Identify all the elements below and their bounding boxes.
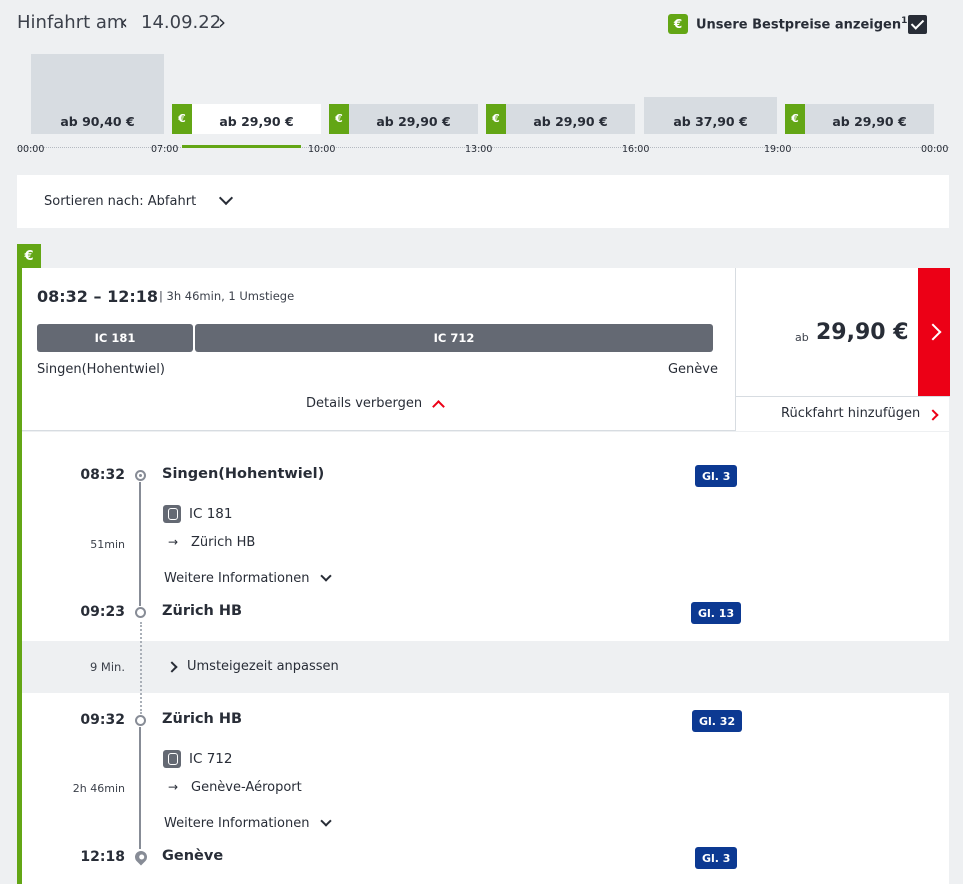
euro-icon: € <box>17 244 41 268</box>
transfer-line <box>140 622 142 714</box>
time-tick: 00:00 <box>17 144 45 155</box>
destination-station: Genève <box>667 362 718 377</box>
chevron-left-icon[interactable]: ‹ <box>120 10 128 34</box>
time-tick: 13:00 <box>465 144 493 155</box>
add-return-button[interactable]: Rückfahrt hinzufügen <box>781 406 920 421</box>
train-name: IC 181 <box>189 506 233 522</box>
sort-label: Sortieren nach: Abfahrt <box>44 194 197 209</box>
transfer-time: 9 Min. <box>89 660 125 674</box>
origin-station: Singen(Hohentwiel) <box>37 362 165 377</box>
price-bar-1600[interactable]: ab 37,90 € <box>644 97 777 134</box>
connection-duration: | 3h 46min, 1 Umstiege <box>159 289 295 303</box>
time-tick: 16:00 <box>622 144 650 155</box>
leg-duration: 2h 46min <box>72 782 125 795</box>
euro-icon: € <box>172 104 192 134</box>
price-bar-1300[interactable]: € ab 29,90 € <box>486 104 635 134</box>
platform-badge: Gl. 13 <box>691 602 742 624</box>
stop-name: Genève <box>162 848 224 864</box>
stop-name: Zürich HB <box>162 603 243 619</box>
adjust-transfer-button[interactable]: Umsteigezeit anpassen <box>187 659 339 674</box>
train-direction: Zürich HB <box>191 535 256 550</box>
transfer-row <box>22 641 949 693</box>
train-icon <box>163 750 181 768</box>
stop-marker <box>135 470 146 481</box>
price-bar-label: ab 29,90 € <box>376 114 451 129</box>
chevron-right-icon <box>927 409 939 421</box>
price-bar-1900[interactable]: € ab 29,90 € <box>785 104 934 134</box>
chevron-down-icon <box>218 190 234 206</box>
stop-marker <box>135 715 146 726</box>
bestpreis-label: Unsere Bestpreise anzeigen1 <box>696 15 908 33</box>
euro-icon: € <box>329 104 349 134</box>
chevron-right-icon[interactable]: › <box>218 10 226 34</box>
more-info-toggle[interactable]: Weitere Informationen <box>164 571 309 586</box>
time-tick: 07:00 <box>151 144 179 155</box>
price-bar-label: ab 37,90 € <box>673 114 748 129</box>
select-connection-button[interactable] <box>918 268 950 396</box>
leg-duration: 51min <box>90 538 125 551</box>
price-panel: ab 29,90 € Rückfahrt hinzufügen <box>735 268 950 431</box>
platform-badge: Gl. 3 <box>695 847 738 869</box>
more-info-toggle[interactable]: Weitere Informationen <box>164 816 309 831</box>
platform-badge: Gl. 32 <box>692 710 743 732</box>
stop-time: 12:18 <box>80 849 125 865</box>
price-bar-0700[interactable]: € ab 29,90 € <box>172 104 321 134</box>
price-bar-0000[interactable]: ab 90,40 € <box>31 54 164 134</box>
train-segment-ic712: IC 712 <box>195 324 713 352</box>
stop-marker <box>135 607 146 618</box>
euro-icon: € <box>486 104 506 134</box>
price-bar-label: ab 90,40 € <box>60 114 135 129</box>
price-bar-1000[interactable]: € ab 29,90 € <box>329 104 478 134</box>
price-timeline-chart: ab 90,40 € € ab 29,90 € € ab 29,90 € € a… <box>0 48 963 163</box>
price-bar-label: ab 29,90 € <box>219 114 294 129</box>
date-header: Hinfahrt am ‹ 14.09.22 › € Unsere Bestpr… <box>0 0 963 48</box>
stop-time: 08:32 <box>80 467 125 483</box>
details-toggle-button[interactable]: Details verbergen <box>306 396 422 411</box>
outbound-date: 14.09.22 <box>141 12 222 33</box>
bestpreis-checkbox[interactable] <box>908 15 927 34</box>
train-icon <box>163 505 181 523</box>
train-name: IC 712 <box>189 751 233 767</box>
bestpreis-toggle[interactable]: € Unsere Bestpreise anzeigen1 <box>668 14 907 34</box>
time-tick: 19:00 <box>764 144 792 155</box>
outbound-label: Hinfahrt am <box>17 12 125 33</box>
time-tick: 10:00 <box>308 144 336 155</box>
euro-icon: € <box>668 14 688 34</box>
connection-times: 08:32 – 12:18 <box>37 287 158 306</box>
stop-name: Singen(Hohentwiel) <box>162 466 325 482</box>
arrow-right-icon: → <box>168 535 179 549</box>
euro-icon: € <box>785 104 805 134</box>
time-tick: 00:00 <box>921 144 949 155</box>
sort-dropdown[interactable]: Sortieren nach: Abfahrt <box>17 175 949 228</box>
stop-time: 09:32 <box>80 712 125 728</box>
price-prefix: ab <box>795 331 809 344</box>
route-line <box>139 727 141 849</box>
platform-badge: Gl. 3 <box>695 465 738 487</box>
divider <box>736 396 950 397</box>
connection-summary: 08:32 – 12:18 | 3h 46min, 1 Umstiege IC … <box>22 268 735 431</box>
connection-price: 29,90 € <box>816 320 909 345</box>
price-bar-label: ab 29,90 € <box>533 114 608 129</box>
arrow-right-icon: → <box>168 780 179 794</box>
route-line <box>139 482 141 606</box>
stop-time: 09:23 <box>80 604 125 620</box>
train-segment-ic181: IC 181 <box>37 324 193 352</box>
selected-slot-indicator <box>182 145 301 148</box>
price-bar-label: ab 29,90 € <box>832 114 907 129</box>
chevron-up-icon <box>432 400 445 413</box>
train-direction: Genève-Aéroport <box>191 780 302 795</box>
stop-name: Zürich HB <box>162 711 243 727</box>
